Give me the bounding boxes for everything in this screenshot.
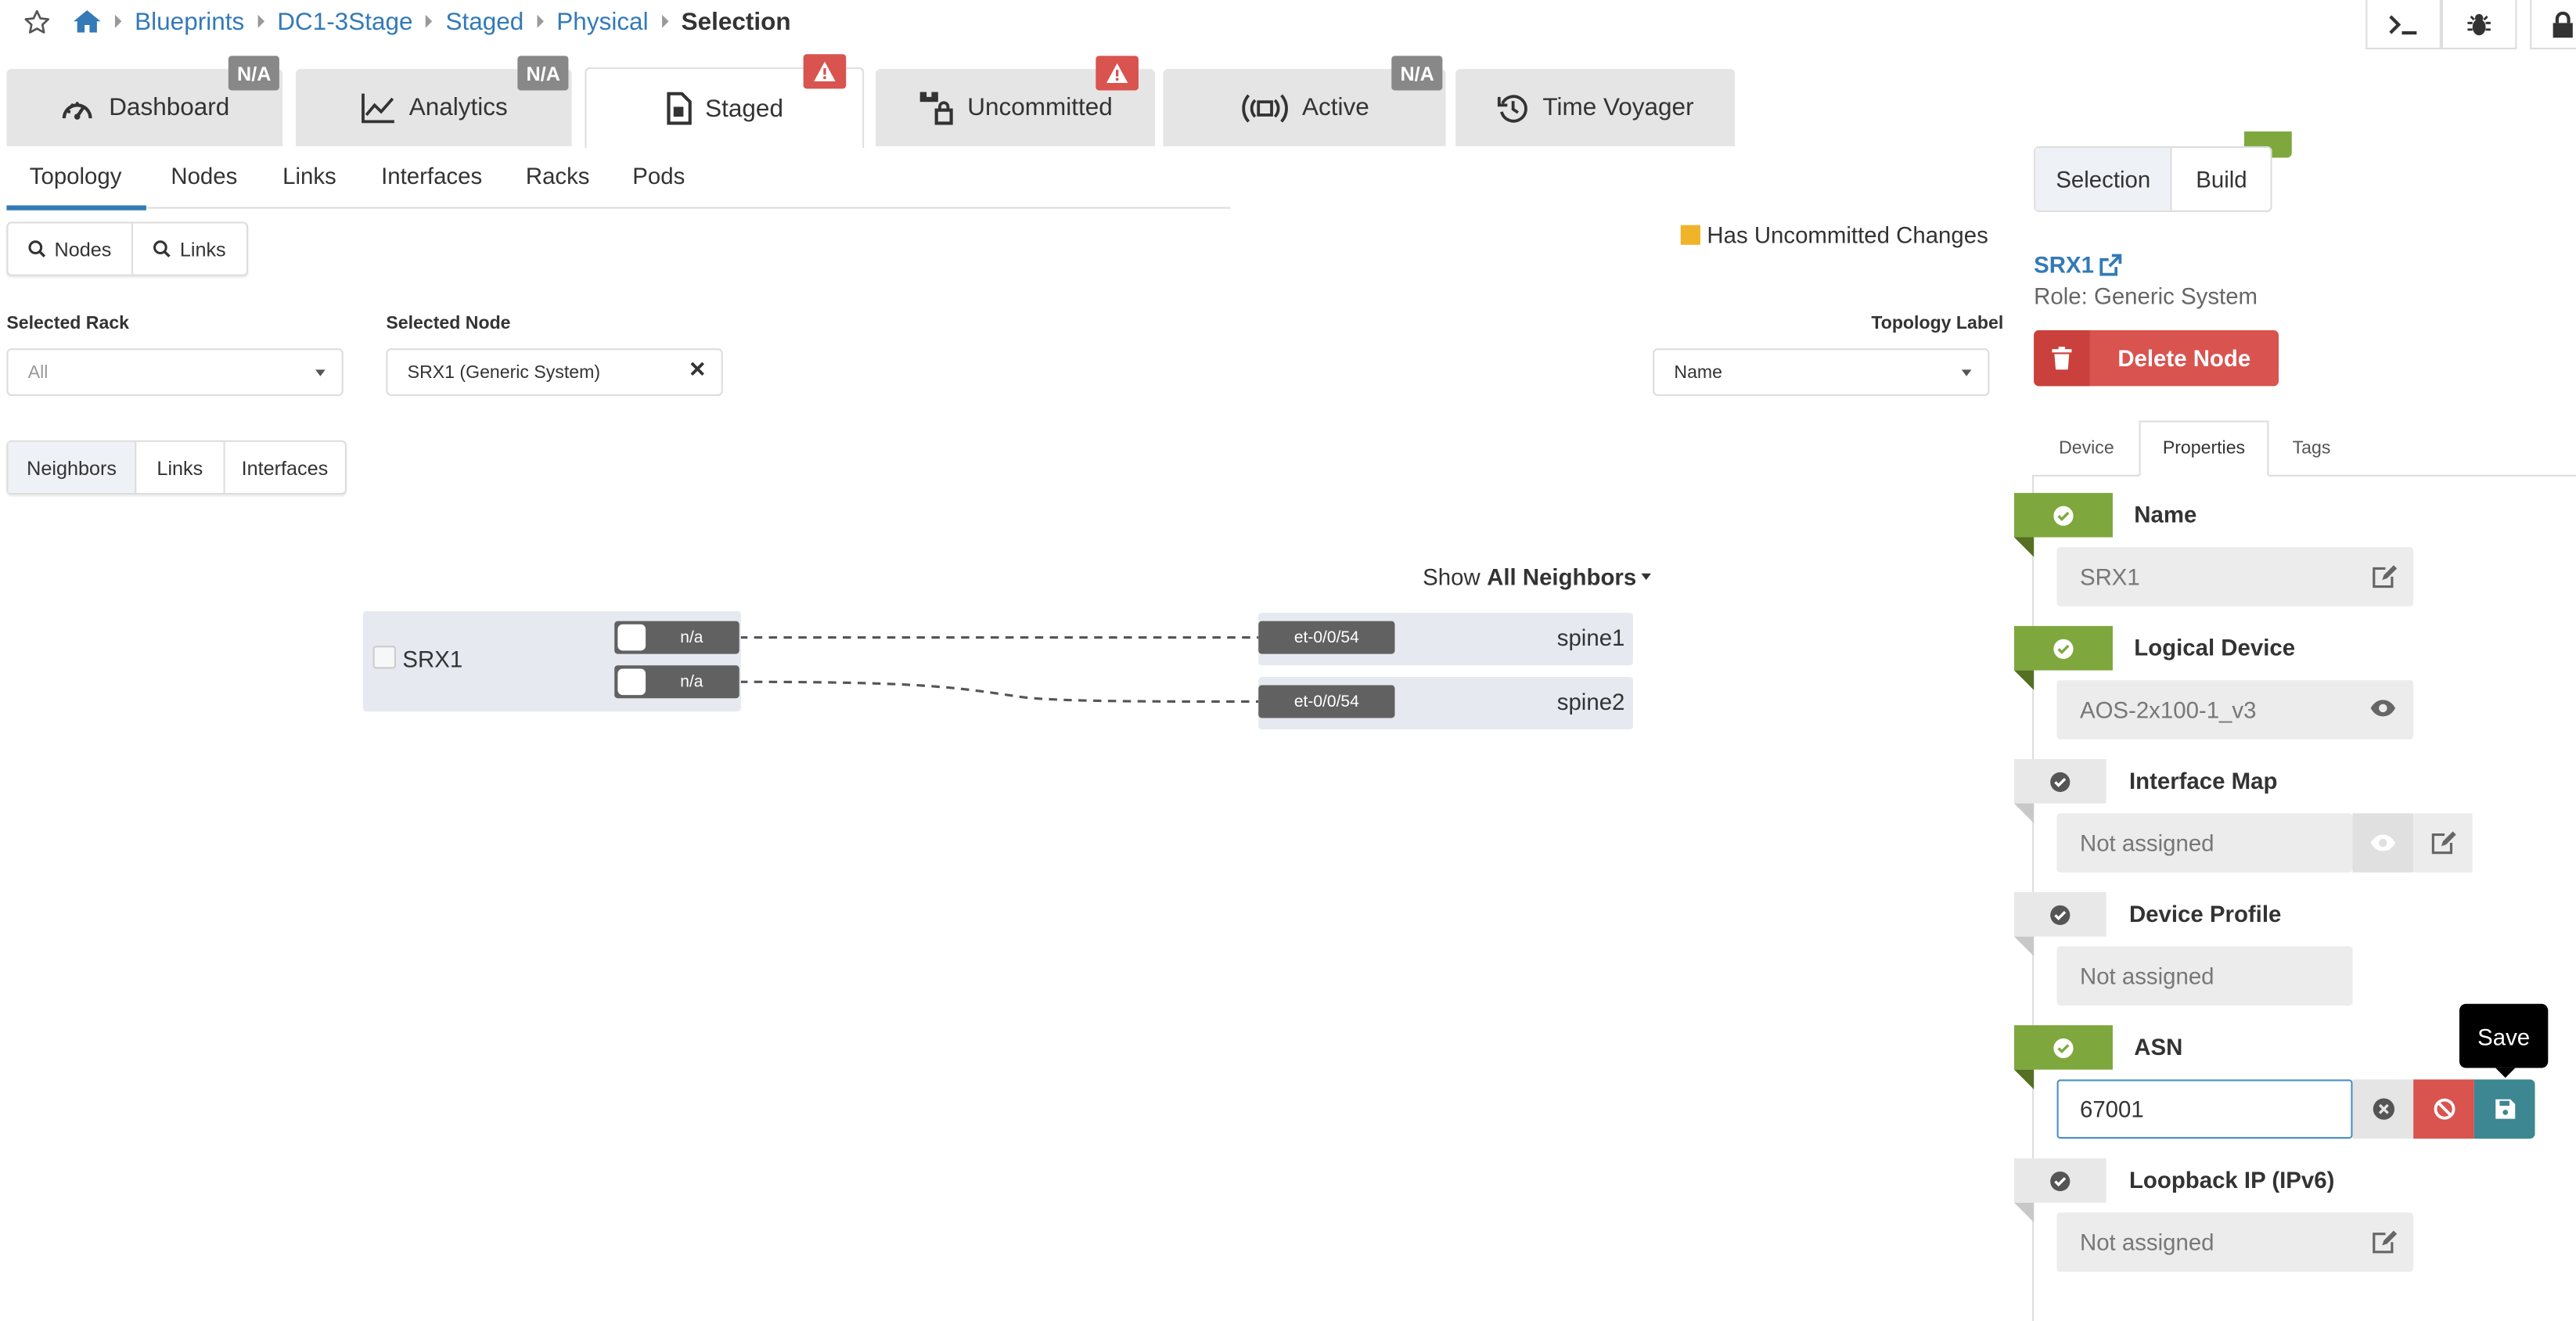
panel-tabs: Selection Build — [2034, 146, 2272, 212]
cancel-asn-button[interactable] — [2413, 1079, 2474, 1139]
check-icon — [2053, 638, 2074, 658]
property-value-name: SRX1 — [2056, 547, 2414, 607]
property-title-interface-map: Interface Map — [2128, 767, 2278, 794]
save-icon — [2495, 1099, 2515, 1119]
edit-icon — [2430, 831, 2455, 855]
neighbor-name: spine2 — [1556, 688, 1625, 715]
property-status-flag — [2013, 892, 2106, 937]
property-value-device-profile: Not assigned — [2056, 946, 2353, 1006]
port-toggle[interactable] — [617, 668, 646, 696]
topology-node-spine1[interactable]: et-0/0/54 spine1 — [1258, 613, 1633, 666]
property-status-flag — [2013, 1158, 2106, 1203]
clear-asn-button[interactable] — [2352, 1079, 2414, 1139]
delete-node-label: Delete Node — [2117, 344, 2251, 372]
node-role: Role: Generic System — [2034, 283, 2258, 309]
property-value-text: Not assigned — [2079, 1229, 2214, 1256]
edit-icon[interactable] — [2373, 1230, 2398, 1254]
node-link[interactable]: SRX1 — [2034, 251, 2121, 278]
panel-tab-build[interactable]: Build — [2172, 148, 2270, 211]
property-value-text: SRX1 — [2079, 563, 2140, 590]
flag-tail — [2013, 537, 2035, 557]
topology-node-spine2[interactable]: et-0/0/54 spine2 — [1258, 676, 1633, 730]
flag-tail — [2013, 1202, 2035, 1223]
property-title-loopback-ipv6: Loopback IP (IPv6) — [2128, 1166, 2335, 1193]
property-value-text: AOS-2x100-1_v3 — [2079, 696, 2257, 723]
node-port[interactable]: n/a — [614, 665, 739, 699]
ban-icon — [2432, 1097, 2455, 1120]
property-status-flag — [2013, 625, 2113, 671]
property-status-flag — [2013, 1025, 2113, 1070]
link-srx1-spine2 — [739, 680, 1259, 704]
port-toggle[interactable] — [617, 624, 646, 651]
property-value-loopback-ipv6: Not assigned — [2056, 1212, 2414, 1272]
property-value-logical-device: AOS-2x100-1_v3 — [2056, 680, 2414, 740]
asn-input[interactable]: 67001 — [2056, 1079, 2353, 1139]
save-tooltip: Save — [2459, 1003, 2549, 1078]
port-label: n/a — [680, 628, 703, 647]
prop-tab-tags[interactable]: Tags — [2272, 420, 2351, 476]
flag-tail — [2013, 670, 2035, 690]
property-value-text: Not assigned — [2079, 830, 2214, 856]
node-port[interactable]: n/a — [614, 621, 739, 654]
port-label: n/a — [680, 672, 703, 691]
property-title-name: Name — [2134, 501, 2197, 527]
check-icon — [2053, 505, 2074, 525]
node-link-label: SRX1 — [2034, 251, 2094, 278]
trash-icon — [2034, 329, 2090, 387]
flag-tail — [2013, 936, 2035, 956]
panel-tab-selection[interactable]: Selection — [2035, 147, 2173, 211]
check-icon — [2053, 1037, 2074, 1058]
property-status-flag — [2013, 758, 2106, 804]
check-icon — [2050, 771, 2071, 791]
topology-node-srx1[interactable]: SRX1 n/a n/a — [362, 611, 741, 712]
eye-icon[interactable] — [2369, 698, 2397, 718]
property-title-asn: ASN — [2134, 1033, 2183, 1060]
property-title-device-profile: Device Profile — [2128, 900, 2282, 927]
save-tooltip-text: Save — [2477, 1022, 2531, 1049]
check-icon — [2050, 904, 2071, 924]
edit-interface-map-button[interactable] — [2413, 813, 2473, 873]
tooltip-arrow — [2495, 1067, 2516, 1078]
blueprint-staged-view: Blueprints DC1-3Stage Staged Physical Se… — [0, 0, 2576, 1321]
flag-tail — [2013, 803, 2035, 823]
save-asn-button[interactable] — [2473, 1079, 2535, 1139]
neighbor-port[interactable]: et-0/0/54 — [1258, 685, 1395, 718]
check-icon — [2050, 1170, 2071, 1191]
neighbor-port[interactable]: et-0/0/54 — [1258, 621, 1395, 654]
property-title-logical-device: Logical Device — [2134, 634, 2296, 660]
flag-tail — [2013, 1069, 2035, 1089]
view-interface-map-button[interactable] — [2352, 813, 2414, 873]
neighbor-name: spine1 — [1556, 624, 1625, 651]
node-name: SRX1 — [402, 646, 463, 672]
eye-icon — [2369, 833, 2397, 852]
external-link-icon — [2097, 252, 2121, 276]
node-select-checkbox[interactable] — [372, 646, 396, 669]
property-status-flag — [2013, 492, 2113, 538]
prop-tab-device[interactable]: Device — [2037, 420, 2135, 476]
edit-icon[interactable] — [2373, 565, 2398, 589]
asn-input-value: 67001 — [2079, 1096, 2144, 1122]
property-value-text: Not assigned — [2079, 963, 2214, 989]
delete-node-button[interactable]: Delete Node — [2034, 329, 2279, 387]
clear-circle-icon — [2372, 1097, 2394, 1120]
property-value-interface-map: Not assigned — [2056, 813, 2353, 873]
prop-tab-properties[interactable]: Properties — [2139, 420, 2269, 477]
